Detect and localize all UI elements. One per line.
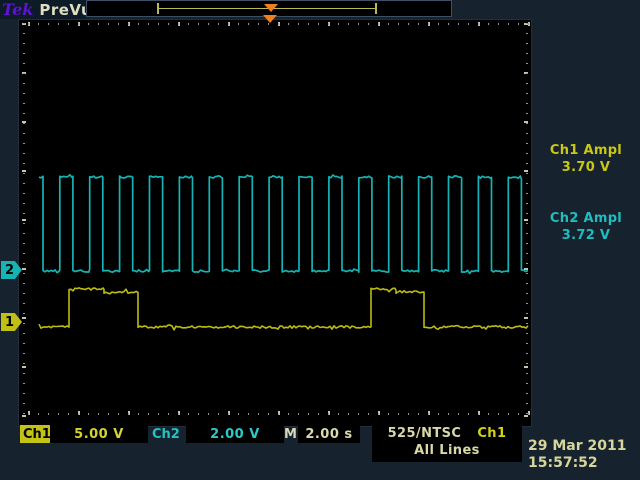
ch1-scale-readout: 5.00 V — [50, 425, 148, 443]
tek-logo: Tek — [2, 0, 33, 19]
ch1-marker-label: 1 — [5, 315, 14, 330]
trigger-position-icon — [264, 4, 278, 12]
ch2-marker-label: 2 — [5, 263, 14, 278]
measurement-ch1-label: Ch1 Ampl — [534, 142, 638, 159]
graticule — [18, 19, 532, 427]
measurement-ch1-ampl: Ch1 Ampl 3.70 V — [534, 142, 638, 176]
trigger-source: Ch1 — [477, 426, 506, 441]
measurement-ch2-value: 3.72 V — [534, 227, 638, 244]
title-strip: Tek PreVu — [0, 0, 86, 19]
trigger-readout-box: 525/NTSC Ch1 All Lines — [372, 423, 522, 462]
trigger-standard: 525/NTSC — [388, 426, 462, 441]
trigger-readout-line1: 525/NTSC Ch1 — [372, 426, 522, 441]
ch1-channel-badge: Ch1 — [20, 425, 54, 443]
ch2-channel-label: Ch2 — [152, 425, 180, 443]
timebase-label: M — [284, 425, 297, 443]
measurement-ch2-ampl: Ch2 Ampl 3.72 V — [534, 210, 638, 244]
timebase-readout: 2.00 s — [298, 425, 360, 443]
date-text: 29 Mar 2011 — [528, 438, 636, 455]
ch2-scale-readout: 2.00 V — [186, 425, 284, 443]
trigger-mode: All Lines — [372, 443, 522, 458]
oscilloscope-screen: Tek PreVu 2 1 Ch1 Ampl 3.70 V Ch2 Ampl — [0, 0, 640, 480]
measurement-ch2-label: Ch2 Ampl — [534, 210, 638, 227]
datetime-readout: 29 Mar 2011 15:57:52 — [528, 438, 636, 472]
measurement-ch1-value: 3.70 V — [534, 159, 638, 176]
waveform-canvas — [19, 20, 531, 426]
acquisition-status: PreVu — [39, 1, 92, 19]
time-text: 15:57:52 — [528, 455, 636, 472]
trigger-point-icon — [263, 15, 277, 23]
ch1-trace — [39, 288, 528, 330]
ch2-trace — [39, 175, 528, 274]
